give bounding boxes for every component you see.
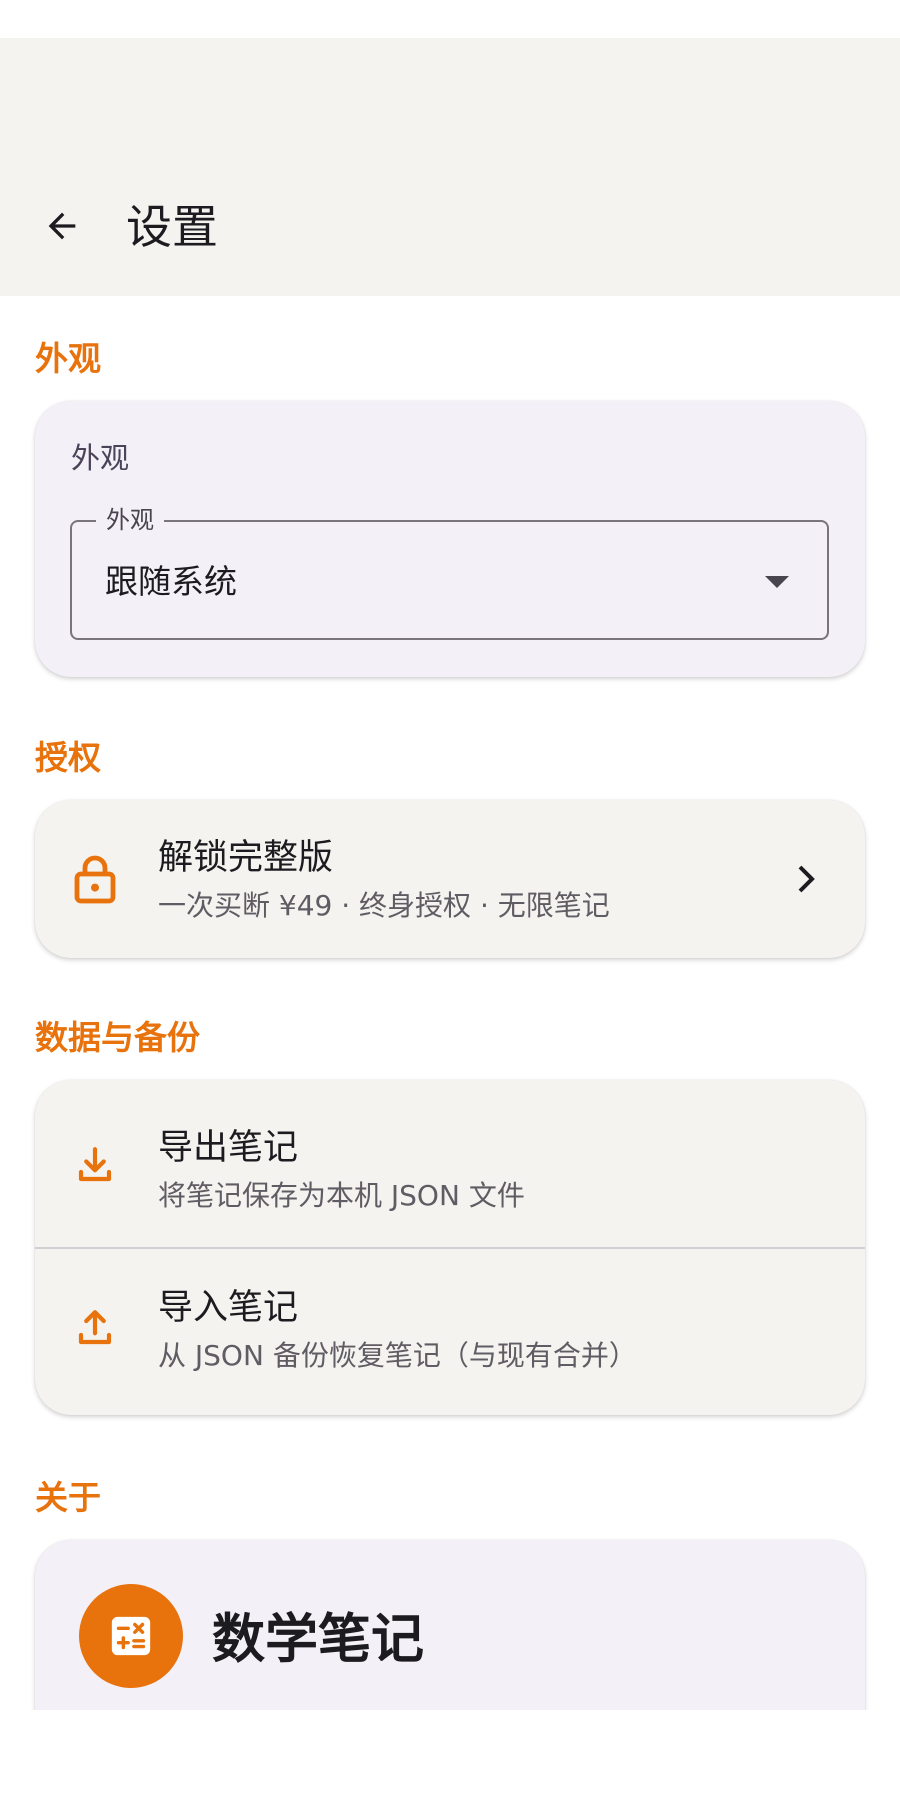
appearance-card: 外观 外观 跟随系统 bbox=[35, 401, 865, 677]
unlock-subtitle: 一次买断 ¥49 · 终身授权 · 无限笔记 bbox=[158, 889, 610, 922]
chevron-right-icon bbox=[791, 859, 821, 899]
app-name: 数学笔记 bbox=[212, 1609, 424, 1670]
unlock-full-version-item[interactable]: 解锁完整版 一次买断 ¥49 · 终身授权 · 无限笔记 bbox=[35, 800, 865, 958]
about-card: 数学笔记 bbox=[35, 1540, 865, 1710]
section-title-about: 关于 bbox=[35, 1478, 101, 1517]
import-subtitle: 从 JSON 备份恢复笔记（与现有合并） bbox=[158, 1339, 637, 1372]
about-clip: 数学笔记 bbox=[0, 1520, 900, 1710]
status-bar bbox=[0, 0, 900, 38]
unlock-title: 解锁完整版 bbox=[158, 838, 334, 878]
appearance-card-label: 外观 bbox=[71, 441, 130, 475]
app-logo bbox=[79, 1584, 183, 1688]
dropdown-selected-value: 跟随系统 bbox=[105, 562, 237, 601]
import-title: 导入笔记 bbox=[158, 1288, 299, 1328]
data-backup-card: 导出笔记 将笔记保存为本机 JSON 文件 导入笔记 从 JSON 备份恢复笔记… bbox=[35, 1080, 865, 1415]
top-app-bar: 设置 bbox=[0, 38, 900, 296]
export-title: 导出笔记 bbox=[158, 1128, 299, 1168]
dropdown-legend: 外观 bbox=[96, 504, 164, 536]
page-title: 设置 bbox=[126, 200, 218, 254]
export-subtitle: 将笔记保存为本机 JSON 文件 bbox=[158, 1179, 525, 1212]
upload-icon bbox=[72, 1305, 118, 1351]
calculator-icon bbox=[108, 1613, 154, 1659]
section-title-data-backup: 数据与备份 bbox=[35, 1018, 200, 1057]
section-title-license: 授权 bbox=[35, 738, 101, 777]
license-card: 解锁完整版 一次买断 ¥49 · 终身授权 · 无限笔记 bbox=[35, 800, 865, 958]
download-icon bbox=[72, 1142, 118, 1188]
lock-icon bbox=[72, 855, 118, 904]
section-title-appearance: 外观 bbox=[35, 339, 101, 378]
export-notes-item[interactable]: 导出笔记 将笔记保存为本机 JSON 文件 bbox=[35, 1080, 865, 1247]
arrow-back-icon bbox=[42, 206, 82, 246]
back-button[interactable] bbox=[36, 200, 88, 252]
dropdown-arrow-icon bbox=[765, 576, 789, 588]
appearance-dropdown[interactable]: 外观 跟随系统 bbox=[70, 504, 829, 640]
import-notes-item[interactable]: 导入笔记 从 JSON 备份恢复笔记（与现有合并） bbox=[35, 1249, 865, 1415]
